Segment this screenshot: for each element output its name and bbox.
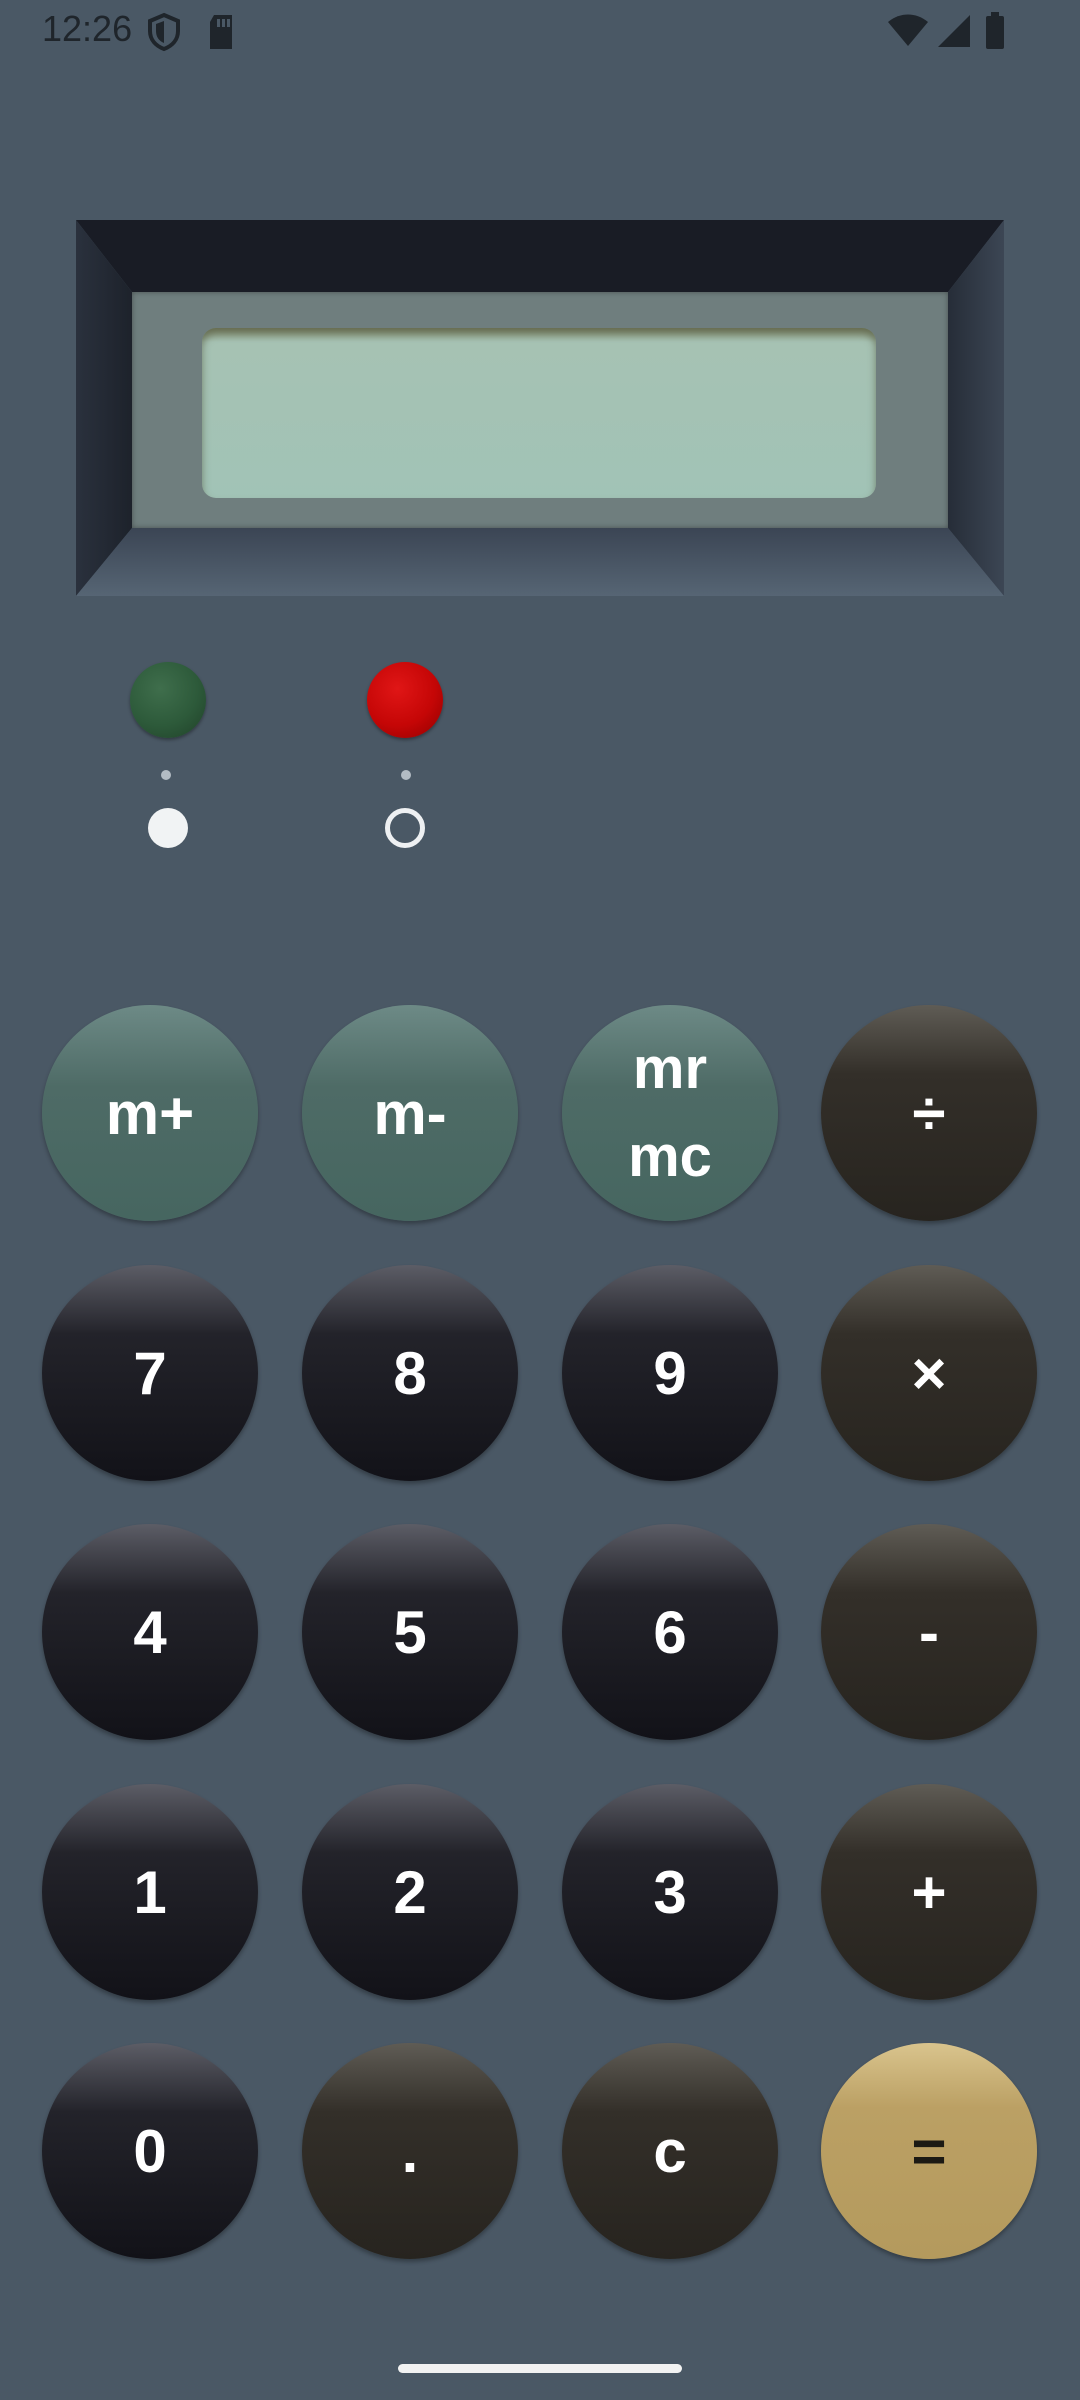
digit-9-button[interactable]: 9	[562, 1265, 778, 1481]
home-indicator[interactable]	[398, 2364, 682, 2373]
digit-1-button[interactable]: 1	[42, 1784, 258, 2000]
multiply-button[interactable]: ×	[821, 1265, 1037, 1481]
red-indicator-light[interactable]	[367, 662, 443, 738]
green-indicator-dot	[161, 770, 171, 780]
subtract-button[interactable]: -	[821, 1524, 1037, 1740]
memory-clear-label: mc	[628, 1124, 712, 1189]
sd-card-icon	[206, 12, 236, 57]
memory-recall-clear-button[interactable]: mr mc	[562, 1005, 778, 1221]
digit-6-button[interactable]: 6	[562, 1524, 778, 1740]
decimal-button[interactable]: .	[302, 2043, 518, 2259]
memory-add-button[interactable]: m+	[42, 1005, 258, 1221]
equals-button[interactable]: =	[821, 2043, 1037, 2259]
memory-subtract-button[interactable]: m-	[302, 1005, 518, 1221]
divide-button[interactable]: ÷	[821, 1005, 1037, 1221]
signal-icon	[936, 14, 972, 53]
memory-recall-label: mr	[632, 1036, 708, 1101]
digit-4-button[interactable]: 4	[42, 1524, 258, 1740]
clear-button[interactable]: c	[562, 2043, 778, 2259]
wifi-icon	[886, 14, 930, 53]
add-button[interactable]: +	[821, 1784, 1037, 2000]
lcd-display	[202, 328, 876, 498]
status-time: 12:26	[42, 8, 133, 49]
status-bar: 12:26	[0, 0, 1080, 64]
green-indicator-radio-selected[interactable]	[148, 808, 188, 848]
calculator-screen: 12:26 m+ m- mr mc ÷ 7 8 9 × 4 5 6 - 1 2 …	[0, 0, 1080, 2400]
digit-2-button[interactable]: 2	[302, 1784, 518, 2000]
battery-icon	[984, 12, 1006, 55]
digit-3-button[interactable]: 3	[562, 1784, 778, 2000]
red-indicator-dot	[401, 770, 411, 780]
digit-8-button[interactable]: 8	[302, 1265, 518, 1481]
digit-7-button[interactable]: 7	[42, 1265, 258, 1481]
red-indicator-radio-unselected[interactable]	[385, 808, 425, 848]
green-indicator-light[interactable]	[130, 662, 206, 738]
shield-icon	[146, 12, 182, 57]
digit-0-button[interactable]: 0	[42, 2043, 258, 2259]
digit-5-button[interactable]: 5	[302, 1524, 518, 1740]
